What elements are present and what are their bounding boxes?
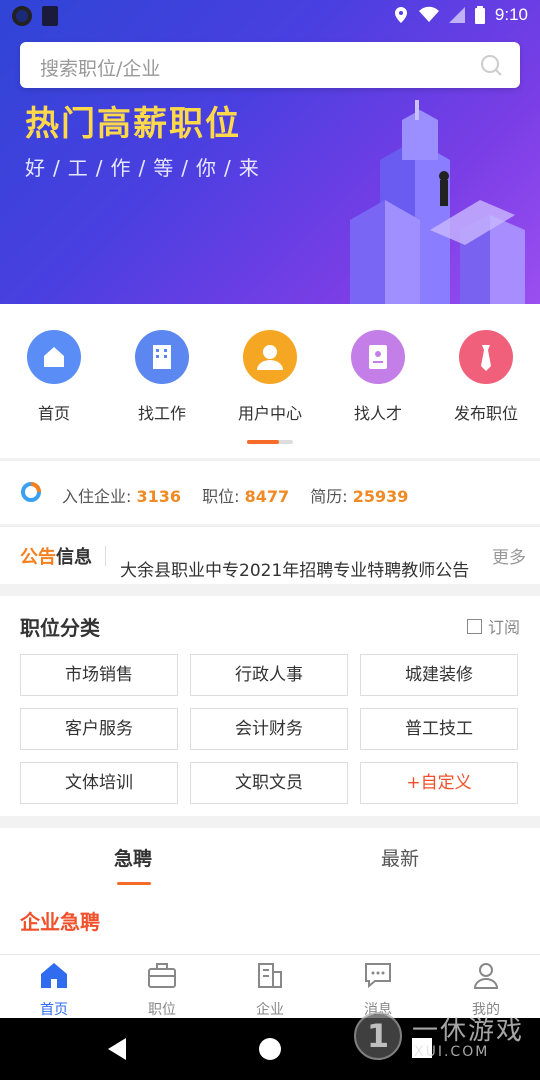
category-button[interactable]: 市场销售 xyxy=(20,654,178,696)
nav-label: 找人才 xyxy=(353,404,402,423)
job-categories: 职位分类 订阅 市场销售 行政人事 城建装修 客户服务 会计财务 普工技工 文体… xyxy=(0,596,540,816)
nav-item-find-job[interactable]: 找工作 xyxy=(108,330,216,424)
bottom-nav-home[interactable]: 首页 xyxy=(0,961,108,1019)
tab-indicator xyxy=(117,882,151,885)
category-button[interactable]: 会计财务 xyxy=(190,708,348,750)
category-button[interactable]: 文体培训 xyxy=(20,762,178,804)
category-button[interactable]: 城建装修 xyxy=(360,654,518,696)
building-icon xyxy=(135,330,189,384)
home-icon xyxy=(27,330,81,384)
jobs-count: 8477 xyxy=(244,487,290,506)
category-button[interactable]: 普工技工 xyxy=(360,708,518,750)
clock: 9:10 xyxy=(494,5,528,24)
companies-count: 3136 xyxy=(136,487,182,506)
hero-banner: 9:10 搜索职位/企业 热门高薪职位 好/工/作/等/你/来 xyxy=(0,0,540,304)
jobs-label: 职位: xyxy=(202,487,240,506)
notice-more-link[interactable]: 更多 xyxy=(492,543,526,568)
watermark-logo: 1 一休游戏 XUI.COM xyxy=(354,1008,540,1068)
signal-icon xyxy=(448,7,465,23)
nav-item-user-center[interactable]: 用户中心 xyxy=(216,330,324,424)
profile-icon xyxy=(473,963,499,989)
battery-icon xyxy=(474,6,485,24)
home-icon xyxy=(41,963,67,988)
nav-label: 发布职位 xyxy=(453,404,518,423)
stats-text: 入住企业: 3136 职位: 8477 简历: 25939 xyxy=(62,483,424,507)
resumes-label: 简历: xyxy=(310,487,348,506)
user-icon xyxy=(243,330,297,384)
nav-item-post-job[interactable]: 发布职位 xyxy=(432,330,540,424)
search-placeholder: 搜索职位/企业 xyxy=(40,58,161,80)
custom-category-button[interactable]: +自定义 xyxy=(360,762,518,804)
divider xyxy=(105,546,106,566)
home-button-icon[interactable] xyxy=(259,1038,281,1060)
notice-logo: 公告信息 xyxy=(20,543,92,569)
search-input[interactable]: 搜索职位/企业 xyxy=(20,42,520,88)
notice-logo-part2: 信息 xyxy=(56,547,92,568)
search-icon[interactable] xyxy=(480,54,502,76)
urgent-section-title: 企业急聘 xyxy=(20,910,100,934)
back-icon[interactable] xyxy=(108,1038,126,1060)
app-status-icon xyxy=(12,6,32,26)
quick-nav: 首页 找工作 用户中心 找人才 发布职位 xyxy=(0,304,540,458)
notice-bar[interactable]: 公告信息 大余县职业中专2021年招聘专业特聘教师公告 更多 xyxy=(0,526,540,584)
company-icon xyxy=(258,963,282,988)
sd-card-icon xyxy=(42,6,58,26)
bottom-nav-label: 首页 xyxy=(40,1002,68,1018)
nav-label: 首页 xyxy=(37,404,70,423)
location-icon xyxy=(394,7,407,23)
nav-label: 用户中心 xyxy=(237,404,302,423)
subscribe-icon xyxy=(466,618,482,634)
message-icon xyxy=(365,963,391,989)
tie-icon xyxy=(459,330,513,384)
subscribe-button[interactable]: 订阅 xyxy=(466,614,520,638)
page-indicator xyxy=(247,440,293,444)
bottom-nav-label: 企业 xyxy=(256,1002,284,1018)
status-bar: 9:10 xyxy=(0,0,540,34)
category-button[interactable]: 客户服务 xyxy=(20,708,178,750)
watermark-url: XUI.COM xyxy=(414,1044,490,1060)
watermark-badge: 1 xyxy=(354,1012,402,1060)
notice-logo-part1: 公告 xyxy=(20,547,56,568)
subscribe-label: 订阅 xyxy=(487,618,520,637)
resume-icon xyxy=(351,330,405,384)
site-stats: 入住企业: 3136 职位: 8477 简历: 25939 xyxy=(0,460,540,524)
job-tabs: 急聘 最新 企业急聘 xyxy=(0,828,540,954)
city-illustration xyxy=(350,100,525,304)
nav-item-find-talent[interactable]: 找人才 xyxy=(324,330,432,424)
nav-item-home[interactable]: 首页 xyxy=(0,330,108,424)
nav-label: 找工作 xyxy=(137,404,186,423)
notice-text[interactable]: 大余县职业中专2021年招聘专业特聘教师公告 xyxy=(120,556,490,581)
wifi-icon xyxy=(418,6,439,22)
section-title: 职位分类 xyxy=(20,616,100,640)
stats-ring-icon xyxy=(21,482,41,502)
category-button[interactable]: 文职文员 xyxy=(190,762,348,804)
bottom-nav-label: 职位 xyxy=(148,1002,176,1018)
banner-title: 热门高薪职位 xyxy=(25,104,241,144)
tab-latest[interactable]: 最新 xyxy=(381,844,419,871)
bottom-nav-jobs[interactable]: 职位 xyxy=(108,961,216,1019)
resumes-count: 25939 xyxy=(352,487,409,506)
briefcase-icon xyxy=(148,963,176,988)
bottom-nav-company[interactable]: 企业 xyxy=(216,961,324,1019)
banner-subtitle: 好/工/作/等/你/来 xyxy=(25,156,267,180)
companies-label: 入住企业: xyxy=(62,487,132,506)
category-button[interactable]: 行政人事 xyxy=(190,654,348,696)
watermark-text: 一休游戏 xyxy=(412,1016,525,1046)
tab-urgent[interactable]: 急聘 xyxy=(114,844,152,871)
